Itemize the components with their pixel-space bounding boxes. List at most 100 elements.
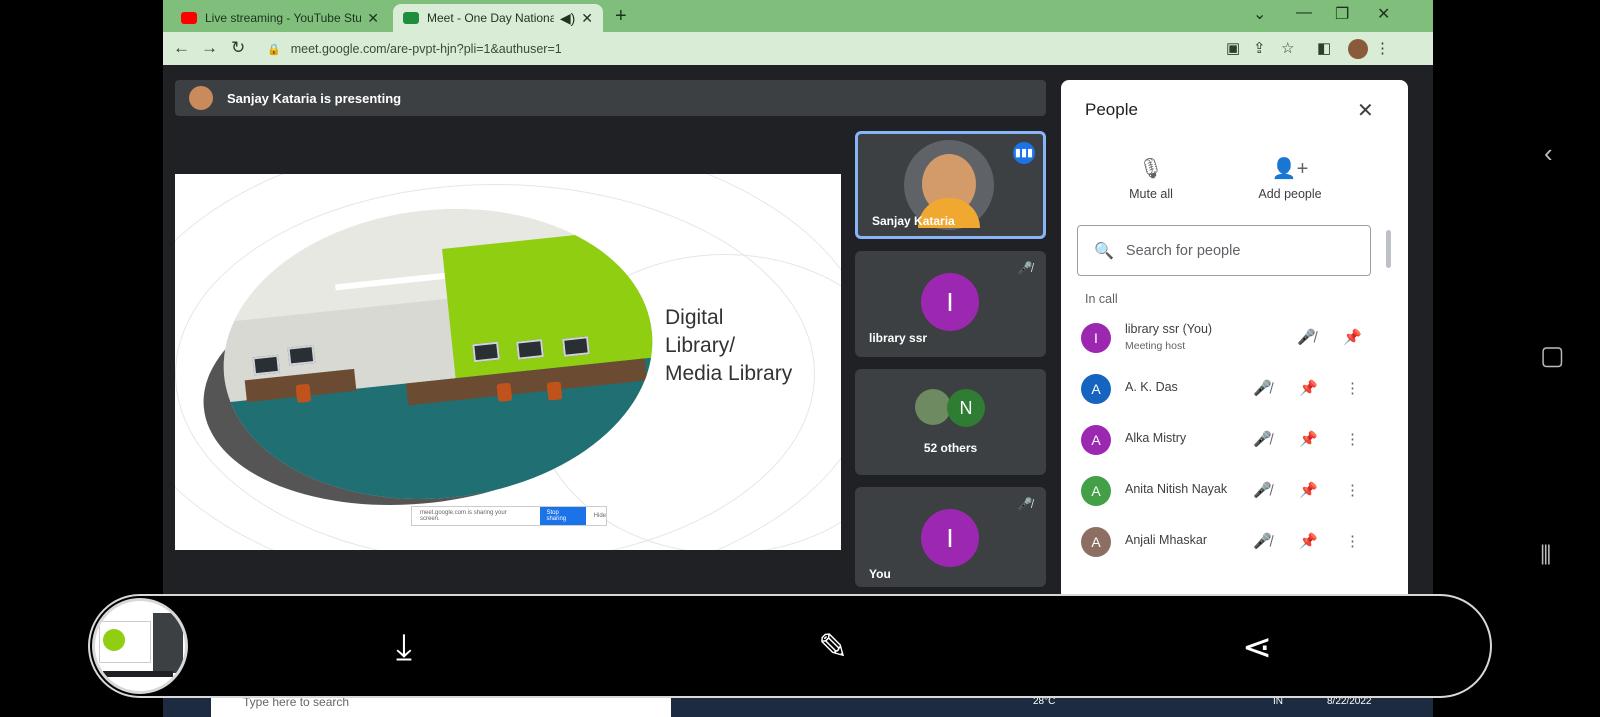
back-nav-icon[interactable]: ‹: [1544, 138, 1553, 169]
tile-name: Sanjay Kataria: [872, 214, 955, 228]
forward-icon[interactable]: →: [201, 38, 218, 58]
add-people-button[interactable]: 👤+ Add people: [1245, 156, 1335, 201]
tile-others[interactable]: N 52 others: [855, 369, 1046, 475]
tab-search-icon[interactable]: ⌄: [1253, 4, 1266, 24]
sharing-notice: meet.google.com is sharing your screen. …: [411, 506, 607, 526]
tab-title: Meet - One Day National Lit: [427, 11, 554, 25]
mute-all-button[interactable]: 🎙 Mute all: [1111, 156, 1191, 201]
share-icon[interactable]: ⋖: [1242, 626, 1272, 668]
more-options-icon[interactable]: ⋮: [1345, 430, 1360, 448]
minimize-icon[interactable]: —: [1296, 4, 1312, 22]
tile-sanjay-kataria[interactable]: ▮▮▮ Sanjay Kataria: [855, 131, 1046, 239]
youtube-icon: [181, 12, 197, 24]
participant-name: Anita Nitish Nayak: [1125, 482, 1228, 496]
speaker-icon[interactable]: ◀): [560, 10, 575, 27]
pin-icon[interactable]: 📌: [1299, 481, 1318, 499]
avatar: A: [1081, 425, 1111, 455]
crop-edit-icon[interactable]: ✎: [818, 626, 848, 668]
tile-you[interactable]: 🎤̸ I You: [855, 487, 1046, 587]
participant-row[interactable]: A Alka Mistry 🎤̸ 📌 ⋮: [1081, 420, 1381, 460]
new-tab-button[interactable]: +: [615, 5, 627, 28]
action-label: Add people: [1258, 187, 1322, 201]
tile-name: You: [869, 567, 891, 581]
search-people-input[interactable]: 🔍 Search for people: [1077, 225, 1371, 276]
home-nav-icon[interactable]: ▢: [1540, 340, 1565, 371]
mic-off-icon[interactable]: 🎤̸: [1253, 532, 1272, 550]
participant-role: Meeting host: [1125, 340, 1186, 352]
browser-tab-bar: Live streaming - YouTube Studio ✕ Meet -…: [163, 0, 1433, 32]
more-options-icon[interactable]: ⋮: [1345, 532, 1360, 550]
section-heading: In call: [1085, 292, 1118, 306]
search-placeholder: Search for people: [1125, 242, 1241, 259]
profile-avatar[interactable]: [1348, 39, 1368, 59]
close-tab-icon[interactable]: ✕: [581, 10, 593, 27]
tab-youtube-studio[interactable]: Live streaming - YouTube Studio ✕: [171, 4, 389, 32]
library-photo: [209, 188, 667, 520]
speaking-indicator-icon: ▮▮▮: [1013, 142, 1035, 164]
avatar: A: [1081, 476, 1111, 506]
mic-off-icon[interactable]: 🎤̸: [1253, 379, 1272, 397]
pin-icon[interactable]: 📌: [1299, 430, 1318, 448]
pin-icon[interactable]: 📌: [1299, 532, 1318, 550]
more-options-icon[interactable]: ⋮: [1345, 481, 1360, 499]
close-window-icon[interactable]: ✕: [1377, 4, 1390, 24]
stop-sharing-button[interactable]: Stop sharing: [540, 507, 586, 525]
hide-button[interactable]: Hide: [594, 513, 606, 519]
caption-line: Library/: [665, 334, 736, 357]
close-icon[interactable]: ✕: [1357, 98, 1374, 123]
avatar: A: [1081, 374, 1111, 404]
presenting-text: Sanjay Kataria is presenting: [227, 90, 402, 106]
action-label: Mute all: [1129, 187, 1173, 201]
person-add-icon: 👤+: [1271, 158, 1309, 180]
people-panel: People ✕ 🎙 Mute all 👤+ Add people 🔍 Sear…: [1061, 80, 1408, 600]
participant-row[interactable]: A Anita Nitish Nayak 🎤̸ 📌 ⋮: [1081, 471, 1381, 511]
caption-line: Digital: [665, 306, 724, 329]
participant-avatar: [915, 389, 951, 425]
mic-off-icon[interactable]: 🎤̸: [1253, 481, 1272, 499]
share-icon[interactable]: ⇪: [1253, 39, 1266, 57]
camera-blocked-icon[interactable]: ▣: [1226, 39, 1240, 57]
search-icon: 🔍: [1094, 242, 1114, 260]
scroll-capture-icon[interactable]: ⤓: [396, 626, 412, 669]
browser-toolbar: ← → ↻ 🔒 meet.google.com/are-pvpt-hjn?pli…: [163, 32, 1433, 65]
close-tab-icon[interactable]: ✕: [367, 10, 379, 27]
menu-kebab-icon[interactable]: ⋮: [1375, 39, 1390, 57]
participant-row[interactable]: I library ssr (You) Meeting host 🎤̸ 📌: [1081, 318, 1381, 358]
participant-name: library ssr (You): [1125, 322, 1213, 336]
participant-row[interactable]: A Anjali Mhaskar 🎤̸ 📌 ⋮: [1081, 522, 1381, 562]
more-options-icon[interactable]: ⋮: [1345, 379, 1360, 397]
meet-icon: [403, 12, 419, 24]
address-bar[interactable]: 🔒 meet.google.com/are-pvpt-hjn?pli=1&aut…: [259, 36, 1354, 62]
pin-icon[interactable]: 📌: [1343, 328, 1362, 346]
restore-icon[interactable]: ❐: [1335, 4, 1349, 24]
participant-avatar: N: [947, 389, 985, 427]
screenshot-toolbar: [88, 594, 1492, 698]
mic-off-icon: 🎙: [1138, 158, 1164, 180]
lock-icon: 🔒: [267, 43, 281, 56]
avatar: I: [1081, 323, 1111, 353]
url-text: meet.google.com/are-pvpt-hjn?pli=1&authu…: [290, 42, 562, 56]
mic-off-icon: 🎤̸: [1017, 497, 1033, 511]
presenting-banner: Sanjay Kataria is presenting: [175, 80, 1046, 116]
reload-icon[interactable]: ↻: [231, 38, 245, 58]
mic-off-icon[interactable]: 🎤̸: [1253, 430, 1272, 448]
presenter-avatar: [189, 86, 213, 110]
tile-library-ssr[interactable]: 🎤̸ I library ssr: [855, 251, 1046, 357]
screenshot-thumbnail[interactable]: [92, 598, 188, 694]
pin-icon[interactable]: 📌: [1299, 379, 1318, 397]
recents-nav-icon[interactable]: ⦀: [1540, 540, 1551, 572]
participant-name: Alka Mistry: [1125, 431, 1187, 445]
tile-name: library ssr: [869, 331, 928, 345]
mic-off-icon[interactable]: 🎤̸: [1297, 328, 1316, 346]
participant-avatar: I: [921, 273, 979, 331]
tab-google-meet[interactable]: Meet - One Day National Lit ◀) ✕: [393, 4, 603, 32]
back-icon[interactable]: ←: [173, 38, 190, 58]
caption-line: Media Library: [665, 362, 793, 385]
participant-name: Anjali Mhaskar: [1125, 533, 1207, 547]
participant-avatar: I: [921, 509, 979, 567]
bookmark-star-icon[interactable]: ☆: [1281, 39, 1294, 57]
panel-scrollbar[interactable]: [1386, 230, 1391, 268]
shared-screen[interactable]: Digital Library/ Media Library meet.goog…: [175, 174, 841, 550]
participant-row[interactable]: A A. K. Das 🎤̸ 📌 ⋮: [1081, 369, 1381, 409]
side-panel-icon[interactable]: ◧: [1317, 39, 1331, 57]
